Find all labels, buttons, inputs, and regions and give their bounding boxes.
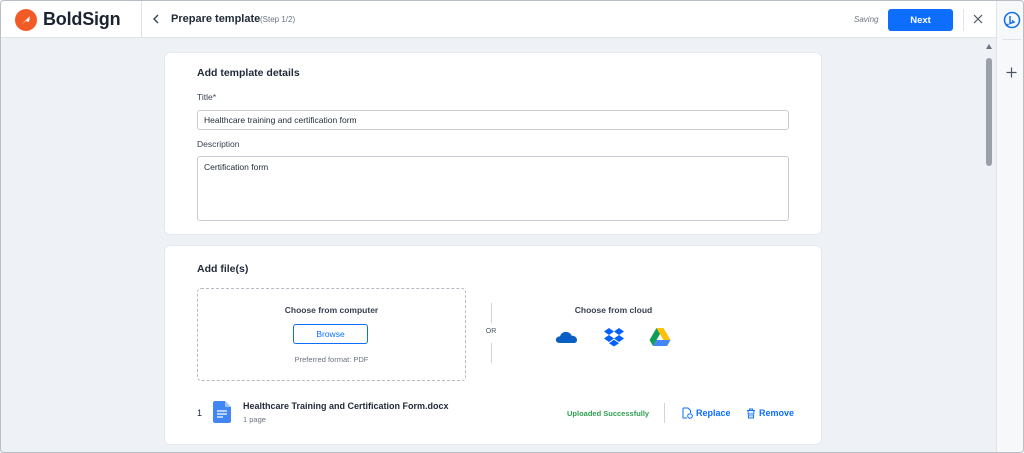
google-drive-icon[interactable] [647, 326, 673, 348]
plus-icon [1006, 67, 1017, 78]
add-files-card: Add file(s) Choose from computer Browse … [164, 245, 822, 445]
chevron-left-icon [153, 14, 159, 24]
file-list-item: 1 Healthcare Training and Certification … [197, 398, 797, 428]
or-label: OR [485, 328, 497, 335]
trash-icon [747, 408, 755, 418]
logo: BoldSign [1, 1, 142, 38]
replace-label: Replace [696, 408, 731, 418]
boldsign-assistant-button[interactable] [1002, 10, 1021, 29]
description-label: Description [197, 139, 240, 149]
app-window: BoldSign Prepare template (Step 1/2) Sav… [0, 0, 1024, 453]
scroll-up-arrow-icon[interactable] [986, 44, 992, 49]
add-files-heading: Add file(s) [197, 263, 249, 275]
template-details-card: Add template details Title* Description … [164, 52, 822, 235]
preferred-format-label: Preferred format: PDF [294, 355, 369, 364]
scroll-thumb[interactable] [986, 58, 992, 166]
top-bar: BoldSign Prepare template (Step 1/2) Sav… [1, 1, 996, 38]
side-divider [1002, 39, 1021, 40]
replace-file-icon [682, 407, 693, 419]
bing-chat-icon [1003, 11, 1020, 28]
remove-button[interactable]: Remove [746, 406, 794, 420]
app-name: BoldSign [43, 9, 121, 29]
saving-status: Saving [854, 15, 879, 24]
close-button[interactable] [970, 11, 986, 27]
back-button[interactable] [147, 10, 165, 28]
boldsign-logo-icon [15, 8, 37, 31]
side-panel [996, 1, 1023, 452]
remove-label: Remove [759, 408, 795, 418]
browse-button[interactable]: Browse [293, 324, 368, 344]
add-panel-button[interactable] [1002, 63, 1021, 82]
or-divider-top [491, 303, 492, 323]
scrollbar[interactable] [983, 39, 996, 452]
header-divider [963, 9, 964, 31]
title-input[interactable] [197, 110, 789, 130]
step-indicator: (Step 1/2) [260, 14, 296, 24]
onedrive-icon[interactable] [554, 326, 580, 348]
choose-cloud-label: Choose from cloud [574, 305, 653, 315]
upload-status: Uploaded Successfully [567, 409, 650, 418]
close-icon [973, 14, 983, 24]
next-button[interactable]: Next [888, 9, 953, 31]
dropbox-icon[interactable] [601, 326, 627, 348]
template-details-heading: Add template details [197, 67, 300, 79]
file-name: Healthcare Training and Certification Fo… [243, 401, 449, 411]
file-page-count: 1 page [243, 415, 266, 424]
title-label: Title* [197, 92, 217, 102]
file-row-divider [664, 403, 665, 423]
or-divider-bottom [491, 343, 492, 363]
choose-computer-label: Choose from computer [284, 305, 379, 315]
file-index: 1 [197, 408, 203, 418]
replace-button[interactable]: Replace [682, 406, 731, 420]
description-input[interactable]: Certification form [197, 156, 789, 221]
document-file-icon [213, 401, 231, 423]
page-title: Prepare template [171, 13, 261, 25]
computer-drop-zone[interactable]: Choose from computer Browse Preferred fo… [197, 288, 466, 381]
